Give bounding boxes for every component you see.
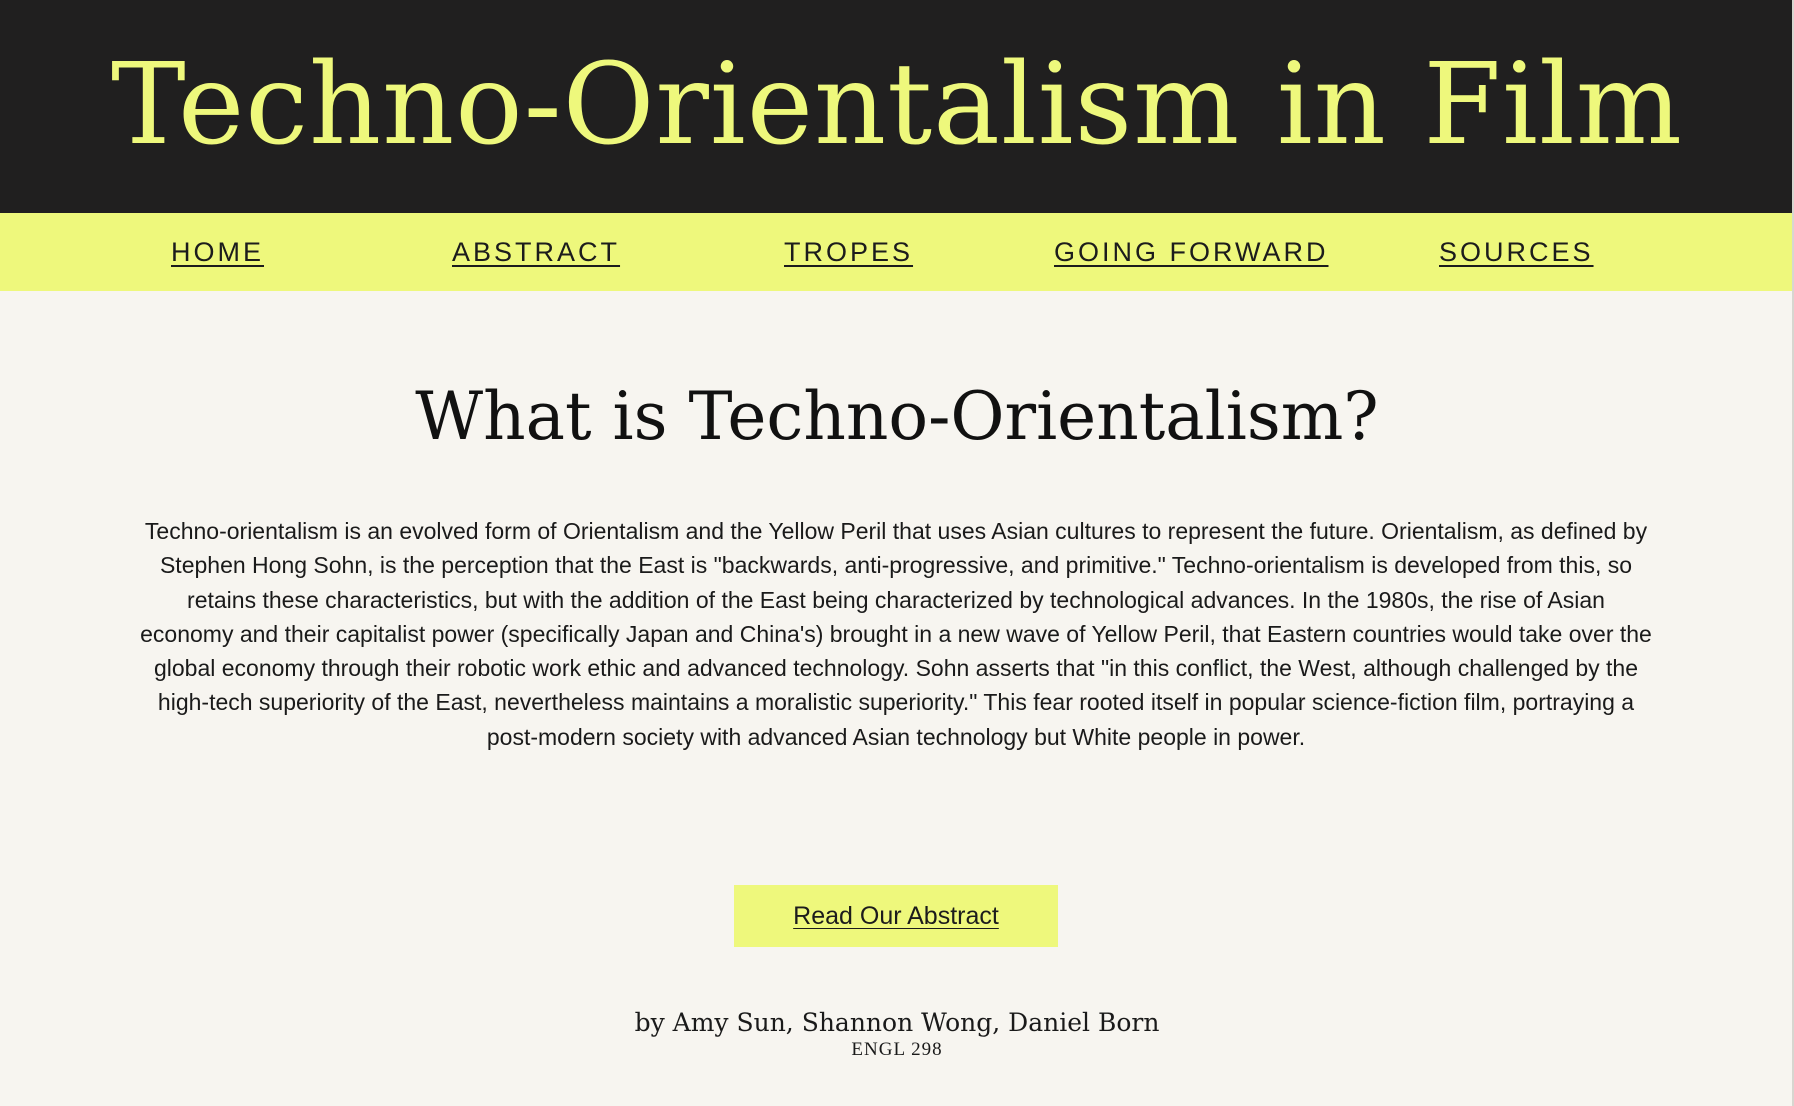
nav-link-going-forward[interactable]: GOING FORWARD [1054, 235, 1329, 269]
page: Techno-Orientalism in Film HOME ABSTRACT… [0, 0, 1794, 1106]
site-title: Techno-Orientalism in Film [111, 40, 1683, 170]
section-heading: What is Techno-Orientalism? [415, 378, 1379, 455]
site-header: Techno-Orientalism in Film [0, 0, 1794, 213]
nav-link-abstract[interactable]: ABSTRACT [452, 235, 620, 269]
author-credits: by Amy Sun, Shannon Wong, Daniel Born [634, 1008, 1160, 1037]
nav-link-tropes[interactable]: TROPES [784, 235, 913, 269]
intro-paragraph: Techno-orientalism is an evolved form of… [140, 518, 1652, 750]
nav-link-sources[interactable]: SOURCES [1439, 235, 1594, 269]
nav-link-home[interactable]: HOME [171, 235, 264, 269]
read-abstract-button[interactable]: Read Our Abstract [734, 885, 1058, 947]
course-code: ENGL 298 [851, 1039, 943, 1060]
main-nav: HOME ABSTRACT TROPES GOING FORWARD SOURC… [0, 213, 1794, 291]
